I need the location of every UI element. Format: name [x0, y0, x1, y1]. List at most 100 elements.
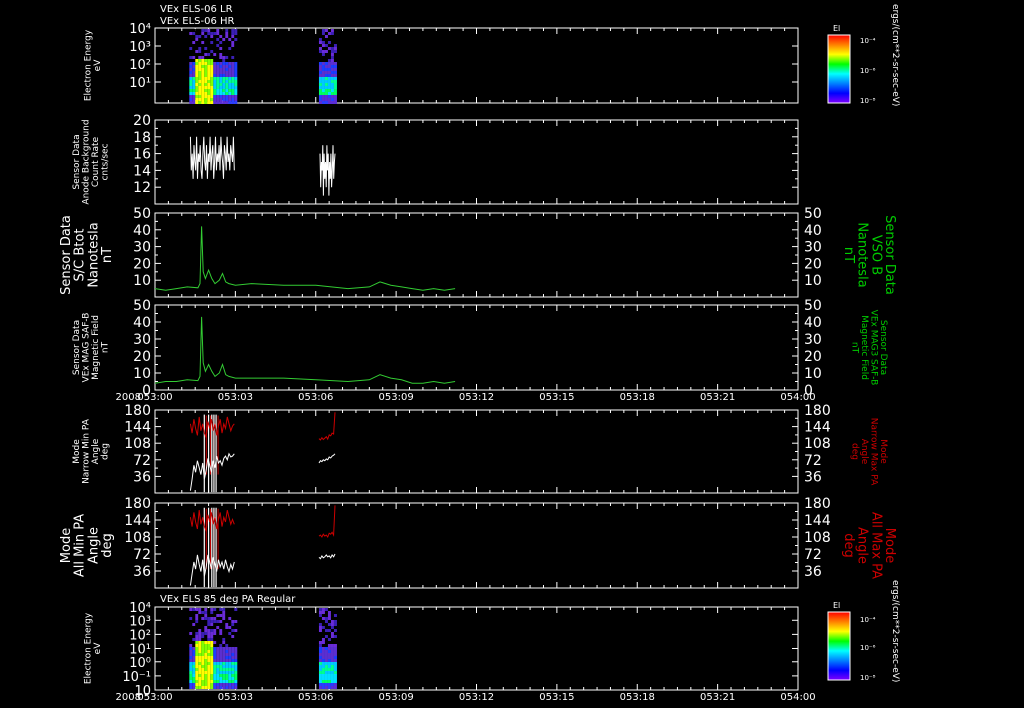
spec1-cell [192, 53, 196, 56]
spec1-cell [207, 59, 211, 62]
spec1-cell [219, 53, 223, 56]
figure-canvas: VEx ELS-06 LR VEx ELS-06 HR 10⁴10³10²10¹… [0, 0, 1024, 708]
spec2-cell [324, 650, 328, 653]
spec2-cell [222, 617, 226, 620]
spec1-cell [201, 50, 205, 53]
spec2-cell [327, 665, 331, 668]
spec1-cell [216, 89, 220, 92]
spec1-cell [324, 62, 328, 65]
spec2-cell [219, 611, 223, 614]
spec1-cell [201, 71, 205, 74]
spec2-cell [195, 617, 199, 620]
spec1-cell [213, 53, 217, 56]
spec2-cell [198, 650, 202, 653]
spec1-cell [333, 71, 337, 74]
spec1-cell [219, 50, 223, 53]
spec2-cell [318, 650, 322, 653]
spec2-cell [213, 668, 217, 671]
spec1-cell [213, 56, 217, 59]
spec2-cell [195, 674, 199, 677]
spec2-cell [318, 668, 322, 671]
spec2-cell [222, 674, 226, 677]
spec1-cell [231, 101, 235, 104]
spec2-cell [333, 614, 337, 617]
spec2-year-label: 2008 [116, 692, 141, 703]
spec2-cell [189, 626, 193, 629]
spec1-cell [318, 71, 322, 74]
spec2-cell [234, 641, 238, 644]
spec1-cell [207, 41, 211, 44]
spec1-cell [189, 50, 193, 53]
spec1-cell [210, 68, 214, 71]
spec1-cell [222, 29, 226, 32]
spec2-cell [207, 653, 211, 656]
spec2-cell [219, 659, 223, 662]
spec1-cell [204, 77, 208, 80]
spec2-cell [201, 665, 205, 668]
spec2-cell [333, 674, 337, 677]
spec2-cell [216, 686, 220, 689]
spec2-cell [327, 650, 331, 653]
spec1-cell [228, 95, 232, 98]
spec1-cell [198, 74, 202, 77]
spec1-cell [318, 68, 322, 71]
spec1-cell [219, 44, 223, 47]
spec2-cell [327, 668, 331, 671]
spec1-cell [321, 56, 325, 59]
spec1-cell [198, 35, 202, 38]
spec1-cell [321, 47, 325, 50]
spec2-cell [333, 626, 337, 629]
spec2-cell [189, 677, 193, 680]
spec2-cell [198, 686, 202, 689]
spec1-cell [228, 92, 232, 95]
spec2-cell [195, 671, 199, 674]
spec1-cell [198, 83, 202, 86]
spec1-cell [222, 62, 226, 65]
spec2-cell [219, 617, 223, 620]
spec1-cell [318, 83, 322, 86]
spec2-cell [228, 614, 232, 617]
spec2-cell [225, 677, 229, 680]
mag-ytick-label-right: 20 [804, 349, 822, 365]
spec2-cell [324, 623, 328, 626]
spec2-cell [330, 644, 334, 647]
mag-xtick-label: 054:00 [780, 392, 815, 403]
spec2-cell [216, 611, 220, 614]
spec2-cell [234, 650, 238, 653]
spec1-cell [198, 41, 202, 44]
spec1-cell [324, 68, 328, 71]
spec1-cell [210, 41, 214, 44]
spec2-cell [225, 641, 229, 644]
spec1-cell [210, 62, 214, 65]
spec2-cell [210, 641, 214, 644]
spec1-cell [321, 53, 325, 56]
spec2-cell [210, 677, 214, 680]
spec2-cell [207, 674, 211, 677]
spec1-cell [198, 92, 202, 95]
spec1-cell [324, 86, 328, 89]
spec1-cell [189, 95, 193, 98]
spec2-cell [210, 680, 214, 683]
spec2-cell [330, 632, 334, 635]
spec2-cell [213, 623, 217, 626]
spec2-cell [333, 677, 337, 680]
spec1-cell [219, 59, 223, 62]
spec2-cell [207, 629, 211, 632]
all_pa-ytick-label-right: 108 [804, 530, 831, 546]
spec2-cell [333, 665, 337, 668]
spec2-cell [210, 656, 214, 659]
spec1-cell [327, 59, 331, 62]
spec2-cell [195, 686, 199, 689]
spec2-ytick-label: 10² [129, 628, 151, 643]
spec1-cell [210, 86, 214, 89]
spec1-cell [231, 56, 235, 59]
spec2-cell [195, 656, 199, 659]
spec1-cell [192, 83, 196, 86]
spec1-cell [327, 65, 331, 68]
spec2-cell [228, 659, 232, 662]
spec2-cell [192, 674, 196, 677]
spec2-cell [222, 626, 226, 629]
spec1-cell [330, 44, 334, 47]
spec2-cell [207, 641, 211, 644]
spec2-cell [231, 662, 235, 665]
